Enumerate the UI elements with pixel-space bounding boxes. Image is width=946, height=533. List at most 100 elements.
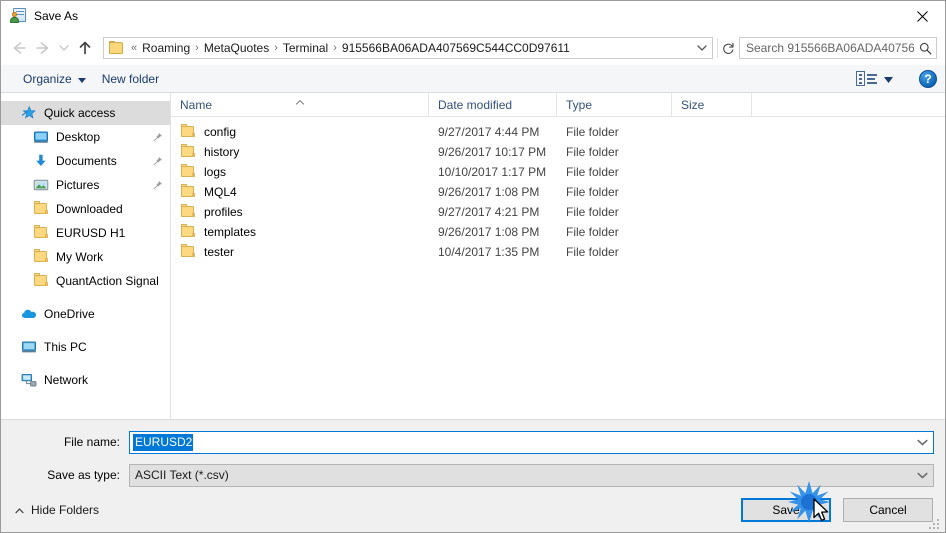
file-date-cell: 9/26/2017 1:08 PM bbox=[438, 225, 540, 239]
hide-folders-button[interactable]: Hide Folders bbox=[15, 503, 99, 517]
column-header-type[interactable]: Type bbox=[557, 93, 672, 116]
table-row[interactable]: history 9/26/2017 10:17 PM File folder bbox=[171, 142, 945, 162]
chevron-down-icon bbox=[59, 45, 69, 51]
search-input[interactable]: Search 915566BA06ADA40756... bbox=[746, 41, 914, 55]
sidebar-item-downloaded[interactable]: Downloaded bbox=[1, 197, 170, 221]
save-button[interactable]: Save bbox=[741, 498, 831, 522]
sidebar-item-label: Pictures bbox=[56, 178, 100, 192]
arrow-left-icon bbox=[13, 42, 26, 54]
arrow-up-icon bbox=[79, 41, 91, 55]
sidebar-item-label: OneDrive bbox=[44, 307, 95, 321]
sidebar-item-documents[interactable]: Documents bbox=[1, 149, 170, 173]
column-header-label: Date modified bbox=[438, 97, 513, 112]
breadcrumb-item-terminal[interactable]: Terminal bbox=[280, 41, 331, 55]
chevron-down-icon bbox=[917, 439, 928, 445]
file-name-value[interactable]: EURUSD2 bbox=[133, 433, 194, 451]
table-row[interactable]: profiles 9/27/2017 4:21 PM File folder bbox=[171, 202, 945, 222]
sidebar-item-label: Quick access bbox=[44, 106, 116, 120]
address-bar[interactable]: « Roaming › MetaQuotes › Terminal › 9155… bbox=[103, 37, 713, 59]
file-type-cell: File folder bbox=[566, 225, 619, 239]
close-icon bbox=[917, 10, 928, 22]
cancel-button[interactable]: Cancel bbox=[843, 498, 933, 522]
column-header-label: Type bbox=[566, 97, 593, 112]
table-row[interactable]: tester 10/4/2017 1:35 PM File folder bbox=[171, 242, 945, 262]
column-header-row: Name Date modified Type Size bbox=[171, 93, 945, 117]
file-type-cell: File folder bbox=[566, 145, 619, 159]
search-icon[interactable] bbox=[914, 42, 936, 55]
breadcrumb-item-roaming[interactable]: Roaming bbox=[139, 41, 193, 55]
navigation-sidebar[interactable]: Quick access Desktop Documents Pictures … bbox=[1, 93, 171, 419]
folder-icon bbox=[33, 273, 49, 289]
save-form: File name: EURUSD2 Save as type: ASCII T… bbox=[1, 419, 945, 488]
new-folder-label: New folder bbox=[101, 71, 160, 86]
sidebar-item-label: This PC bbox=[44, 340, 87, 354]
file-name-label: File name: bbox=[63, 435, 120, 449]
search-box[interactable]: Search 915566BA06ADA40756... bbox=[739, 37, 937, 59]
back-button[interactable] bbox=[7, 36, 31, 60]
file-date-cell: 9/26/2017 10:17 PM bbox=[438, 145, 547, 159]
sidebar-item-onedrive[interactable]: OneDrive bbox=[1, 302, 170, 326]
recent-locations-button[interactable] bbox=[55, 36, 73, 60]
save-as-type-dropdown-button[interactable] bbox=[912, 472, 933, 479]
sidebar-item-quantaction-signal[interactable]: QuantAction Signal bbox=[1, 269, 170, 293]
file-type-cell: File folder bbox=[566, 205, 619, 219]
breadcrumb-item-metaquotes[interactable]: MetaQuotes bbox=[201, 41, 272, 55]
save-as-type-select[interactable]: ASCII Text (*.csv) bbox=[129, 463, 934, 487]
close-button[interactable] bbox=[900, 1, 945, 31]
table-row[interactable]: logs 10/10/2017 1:17 PM File folder bbox=[171, 162, 945, 182]
search-icon bbox=[919, 42, 931, 54]
breadcrumb-item-terminal-id[interactable]: 915566BA06ADA407569C544CC0D97611 bbox=[339, 41, 573, 55]
organize-button[interactable]: Organize bbox=[15, 69, 94, 89]
sidebar-item-eurusd-h1[interactable]: EURUSD H1 bbox=[1, 221, 170, 245]
sidebar-item-label: Network bbox=[44, 373, 89, 387]
breadcrumb-overflow[interactable]: « bbox=[129, 42, 139, 54]
view-layout-button[interactable] bbox=[848, 68, 901, 90]
column-header-label: Size bbox=[681, 97, 705, 112]
file-date-cell: 9/27/2017 4:44 PM bbox=[438, 125, 540, 139]
column-header-date-modified[interactable]: Date modified bbox=[429, 93, 557, 116]
file-name-dropdown-button[interactable] bbox=[912, 439, 933, 446]
sidebar-item-network[interactable]: Network bbox=[1, 368, 170, 392]
sidebar-item-label: QuantAction Signal bbox=[56, 274, 159, 288]
onedrive-cloud-icon bbox=[21, 306, 37, 322]
file-type-cell: File folder bbox=[566, 185, 619, 199]
file-name-input[interactable]: EURUSD2 bbox=[129, 430, 934, 454]
new-folder-button[interactable]: New folder bbox=[94, 69, 167, 89]
resize-grip-icon[interactable] bbox=[929, 517, 942, 530]
column-header-size[interactable]: Size bbox=[672, 93, 752, 116]
file-name-label: tester bbox=[204, 245, 235, 259]
sidebar-item-label: My Work bbox=[56, 250, 104, 264]
table-row[interactable]: templates 9/26/2017 1:08 PM File folder bbox=[171, 222, 945, 242]
refresh-button[interactable] bbox=[717, 38, 739, 58]
help-button[interactable]: ? bbox=[919, 69, 937, 88]
sidebar-item-quick-access[interactable]: Quick access bbox=[1, 101, 170, 125]
file-name-label: history bbox=[204, 145, 240, 159]
save-as-app-icon bbox=[10, 8, 26, 24]
file-name-cell: config bbox=[171, 124, 429, 140]
table-row[interactable]: config 9/27/2017 4:44 PM File folder bbox=[171, 122, 945, 142]
sidebar-item-pictures[interactable]: Pictures bbox=[1, 173, 170, 197]
pin-icon[interactable] bbox=[152, 180, 164, 190]
action-bar: Hide Folders Save Cancel bbox=[1, 488, 945, 532]
folder-icon bbox=[180, 204, 196, 220]
column-header-name[interactable]: Name bbox=[171, 93, 429, 116]
window-title: Save As bbox=[34, 9, 79, 23]
file-name-label: templates bbox=[204, 225, 257, 239]
sidebar-item-desktop[interactable]: Desktop bbox=[1, 125, 170, 149]
sidebar-item-label: Downloaded bbox=[56, 202, 123, 216]
table-row[interactable]: MQL4 9/26/2017 1:08 PM File folder bbox=[171, 182, 945, 202]
up-button[interactable] bbox=[73, 36, 97, 60]
file-date-cell: 10/4/2017 1:35 PM bbox=[438, 245, 540, 259]
file-name-cell: templates bbox=[171, 224, 429, 240]
arrow-right-icon bbox=[36, 42, 49, 54]
pin-icon[interactable] bbox=[152, 156, 164, 166]
forward-button[interactable] bbox=[31, 36, 55, 60]
chevron-down-icon bbox=[77, 72, 86, 86]
address-dropdown-button[interactable] bbox=[692, 38, 712, 58]
documents-download-icon bbox=[33, 153, 49, 169]
save-label: Save bbox=[772, 503, 800, 517]
pin-icon[interactable] bbox=[152, 132, 164, 142]
sidebar-item-my-work[interactable]: My Work bbox=[1, 245, 170, 269]
sidebar-item-this-pc[interactable]: This PC bbox=[1, 335, 170, 359]
